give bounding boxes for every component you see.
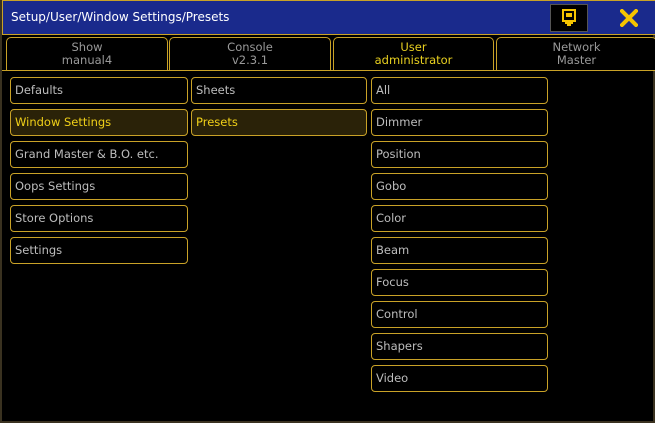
- preset-type-item[interactable]: Gobo: [371, 173, 548, 200]
- preset-type-item[interactable]: Color: [371, 205, 548, 232]
- tab-bar-divider: [2, 70, 655, 71]
- category-item[interactable]: Defaults: [10, 77, 188, 104]
- tab-console[interactable]: Console v2.3.1: [169, 37, 331, 71]
- preset-type-item[interactable]: Focus: [371, 269, 548, 296]
- category-item[interactable]: Window Settings: [10, 109, 188, 136]
- setup-window: Setup/User/Window Settings/Presets Show …: [0, 0, 655, 423]
- category-item[interactable]: Settings: [10, 237, 188, 264]
- store-icon: [562, 9, 576, 26]
- tab-network[interactable]: Network Master: [496, 37, 655, 71]
- title-bar: Setup/User/Window Settings/Presets: [2, 0, 655, 35]
- tab-console-value: v2.3.1: [231, 53, 269, 67]
- window-setting-item[interactable]: Sheets: [191, 77, 367, 104]
- tab-network-value: Master: [556, 53, 597, 67]
- category-item[interactable]: Grand Master & B.O. etc.: [10, 141, 188, 168]
- tab-show-value: manual4: [61, 53, 113, 67]
- preset-type-item[interactable]: All: [371, 77, 548, 104]
- tab-show[interactable]: Show manual4: [6, 37, 168, 71]
- preset-type-item[interactable]: Dimmer: [371, 109, 548, 136]
- category-item[interactable]: Oops Settings: [10, 173, 188, 200]
- tab-user[interactable]: User administrator: [333, 37, 494, 71]
- preset-type-item[interactable]: Beam: [371, 237, 548, 264]
- preset-type-item[interactable]: Shapers: [371, 333, 548, 360]
- preset-type-item[interactable]: Control: [371, 301, 548, 328]
- preset-type-item[interactable]: Video: [371, 365, 548, 392]
- category-item[interactable]: Store Options: [10, 205, 188, 232]
- store-button[interactable]: [550, 4, 588, 32]
- preset-type-item[interactable]: Position: [371, 141, 548, 168]
- tab-user-value: administrator: [374, 53, 453, 67]
- window-title: Setup/User/Window Settings/Presets: [11, 10, 230, 24]
- close-button[interactable]: [604, 4, 654, 32]
- window-setting-item[interactable]: Presets: [191, 109, 367, 136]
- close-x-icon: [620, 9, 638, 27]
